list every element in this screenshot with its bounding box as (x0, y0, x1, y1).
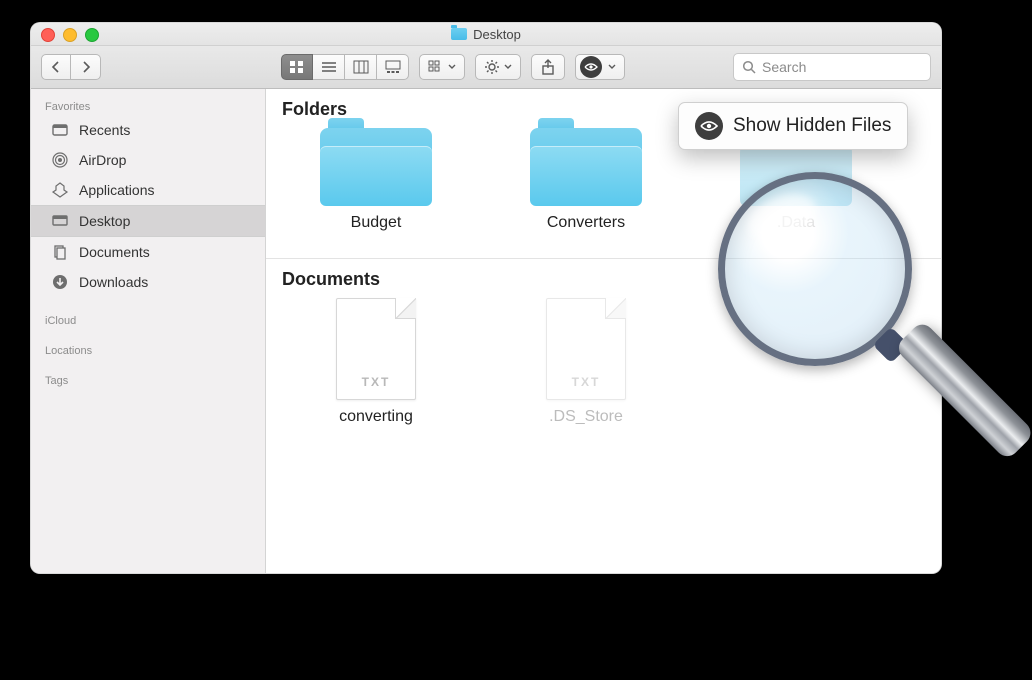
sidebar-item-recents[interactable]: Recents (31, 115, 265, 145)
column-view-button[interactable] (345, 54, 377, 80)
list-view-button[interactable] (313, 54, 345, 80)
item-label: .DS_Store (549, 408, 623, 426)
sidebar-heading-favorites: Favorites (31, 95, 265, 115)
titlebar: Desktop (31, 23, 941, 46)
folder-item[interactable]: Budget (306, 128, 446, 232)
title-folder-icon (451, 28, 467, 40)
sidebar-heading-tags[interactable]: Tags (31, 369, 265, 389)
sidebar-item-label: Recents (79, 122, 130, 138)
action-menu-button[interactable] (475, 54, 521, 80)
group-by-button[interactable] (419, 54, 465, 80)
hidden-files-menu-button[interactable] (575, 54, 625, 80)
list-icon (321, 60, 337, 74)
sidebar-item-documents[interactable]: Documents (31, 237, 265, 267)
sidebar-item-label: Downloads (79, 274, 148, 290)
chevron-down-icon (608, 64, 616, 70)
search-icon (742, 60, 756, 74)
sidebar-heading-icloud[interactable]: iCloud (31, 309, 265, 329)
chevron-right-icon (81, 61, 91, 73)
sidebar-item-label: AirDrop (79, 152, 126, 168)
documents-icon (51, 243, 69, 261)
sidebar: Favorites Recents AirDrop (31, 89, 266, 573)
sidebar-item-desktop[interactable]: Desktop (31, 205, 265, 237)
back-button[interactable] (41, 54, 71, 80)
share-button[interactable] (531, 54, 565, 80)
sidebar-item-label: Desktop (79, 213, 130, 229)
forward-button[interactable] (71, 54, 101, 80)
toolbar: Search (31, 46, 941, 89)
txt-file-icon: TXT (546, 298, 626, 400)
zoom-window-button[interactable] (85, 28, 99, 42)
search-field[interactable]: Search (733, 53, 931, 81)
airdrop-icon (51, 151, 69, 169)
columns-icon (353, 60, 369, 74)
eye-circle-icon (695, 112, 723, 140)
gear-icon (484, 59, 500, 75)
grid-small-icon (428, 60, 444, 74)
txt-file-icon: TXT (336, 298, 416, 400)
file-item[interactable]: TXT .DS_Store (516, 298, 656, 426)
sidebar-item-airdrop[interactable]: AirDrop (31, 145, 265, 175)
search-placeholder: Search (762, 59, 806, 75)
recents-icon (51, 121, 69, 139)
minimize-window-button[interactable] (63, 28, 77, 42)
icon-view-button[interactable] (281, 54, 313, 80)
chevron-left-icon (51, 61, 61, 73)
sidebar-item-label: Applications (79, 182, 155, 198)
folder-icon (320, 128, 432, 206)
show-hidden-files-popover[interactable]: Show Hidden Files (678, 102, 908, 150)
chevron-down-icon (448, 64, 456, 70)
sidebar-item-applications[interactable]: Applications (31, 175, 265, 205)
sidebar-heading-locations[interactable]: Locations (31, 339, 265, 359)
gallery-view-button[interactable] (377, 54, 409, 80)
sidebar-item-downloads[interactable]: Downloads (31, 267, 265, 297)
item-label: converting (339, 408, 413, 426)
folder-icon (530, 128, 642, 206)
item-label: Budget (351, 214, 402, 232)
magnifying-glass-graphic (718, 172, 938, 392)
folder-item[interactable]: Converters (516, 128, 656, 232)
gallery-icon (385, 60, 401, 74)
chevron-down-icon (504, 64, 512, 70)
desktop-icon (51, 212, 69, 230)
sidebar-item-label: Documents (79, 244, 150, 260)
popover-label: Show Hidden Files (733, 115, 891, 137)
window-title: Desktop (473, 27, 521, 42)
close-window-button[interactable] (41, 28, 55, 42)
file-item[interactable]: TXT converting (306, 298, 446, 426)
downloads-icon (51, 273, 69, 291)
applications-icon (51, 181, 69, 199)
item-label: Converters (547, 214, 625, 232)
share-icon (541, 59, 555, 75)
grid-icon (289, 60, 305, 74)
eye-circle-icon (580, 56, 602, 78)
